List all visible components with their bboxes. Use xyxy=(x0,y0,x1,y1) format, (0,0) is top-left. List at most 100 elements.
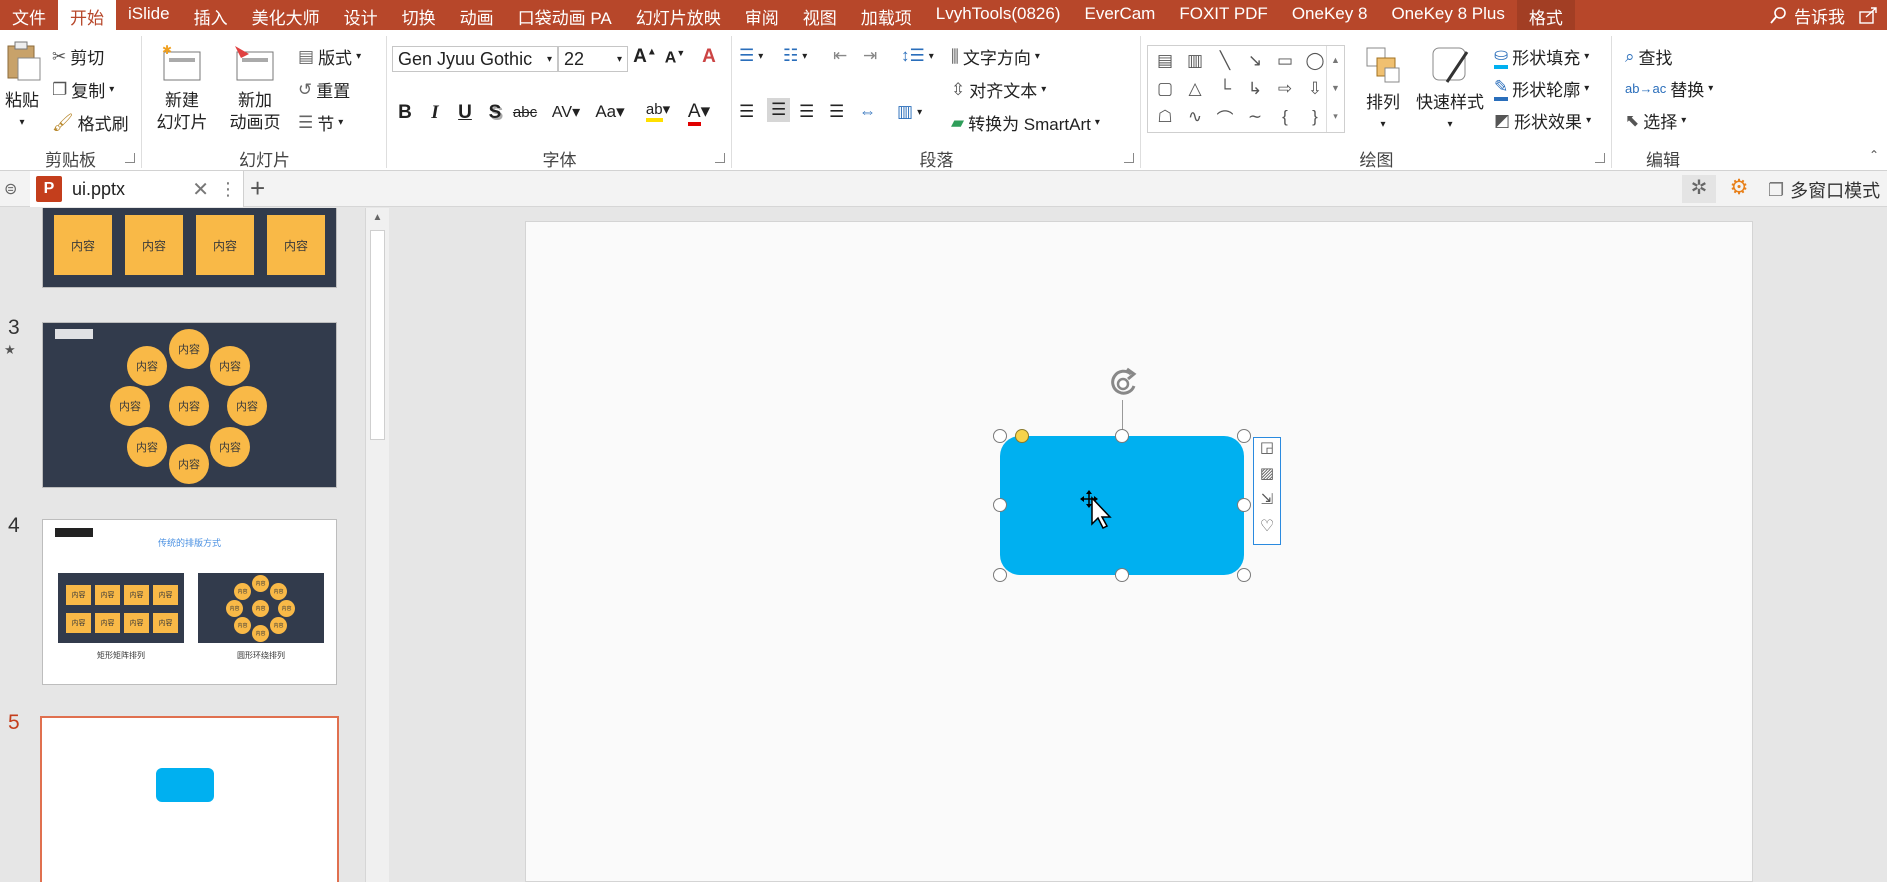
decrease-indent-button[interactable]: ⇤ xyxy=(833,46,847,66)
drawing-launcher-icon[interactable] xyxy=(1595,153,1605,163)
line-spacing-button[interactable]: ↕☰ ▾ xyxy=(901,46,934,66)
convert-smartart-button[interactable]: ▰ 转换为 SmartArt ▾ xyxy=(951,110,1100,135)
shape-effects-button[interactable]: ◩ 形状效果 ▾ xyxy=(1494,108,1591,133)
gallery-scroll[interactable]: ▲ ▼ ▾ xyxy=(1326,46,1344,132)
scribble-shape-icon[interactable]: ∿ xyxy=(1180,104,1210,130)
scroll-thumb[interactable] xyxy=(370,230,385,440)
left-brace-shape-icon[interactable]: { xyxy=(1270,104,1300,130)
shape-fill-button[interactable]: ⛀ 形状填充 ▾ xyxy=(1494,44,1589,69)
freeform-shape-icon[interactable]: ☖ xyxy=(1150,104,1180,130)
resize-handle-bottom[interactable] xyxy=(1115,568,1129,582)
vertical-textbox-shape-icon[interactable]: ▥ xyxy=(1180,48,1210,74)
close-tab-icon[interactable]: ✕ xyxy=(192,177,209,202)
tab-transitions[interactable]: 切换 xyxy=(390,0,448,30)
underline-icon[interactable]: U xyxy=(452,102,478,124)
find-button[interactable]: ⌕ 查找 xyxy=(1625,44,1673,69)
font-size-select[interactable]: 22 ▾ xyxy=(558,46,628,72)
resize-handle-top-right[interactable] xyxy=(1237,429,1251,443)
slide-thumbnail-3[interactable]: 内容 内容 内容 内容 内容 内容 内容 内容 内容 xyxy=(42,322,337,488)
tab-pocket-animation[interactable]: 口袋动画 PA xyxy=(506,0,624,30)
arrow-line-shape-icon[interactable]: ↘ xyxy=(1240,48,1270,74)
format-painter-button[interactable]: 🖌 格式刷 xyxy=(52,110,129,135)
tab-menu-icon[interactable]: ⋮ xyxy=(219,179,243,200)
slide-thumbnail-4[interactable]: 传统的排版方式 内容 内容 内容 内容 内容 内容 内容 内容 内容 内容 内容… xyxy=(42,519,337,685)
thumbnail-scrollbar[interactable]: ▲ xyxy=(365,208,389,882)
quick-styles-button[interactable]: 快速样式 ▾ xyxy=(1412,44,1488,136)
section-button[interactable]: ☰ 节 ▾ xyxy=(298,110,343,135)
rotate-handle-icon[interactable] xyxy=(1103,364,1143,404)
document-tab[interactable]: P ui.pptx ✕ ⋮ xyxy=(30,171,244,207)
elbow-arrow-shape-icon[interactable]: ↳ xyxy=(1240,76,1270,102)
resize-handle-right[interactable] xyxy=(1237,498,1251,512)
bullets-button[interactable]: ☰ ▾ xyxy=(739,46,763,66)
align-left-button[interactable]: ☰ xyxy=(739,102,754,122)
bold-icon[interactable]: B xyxy=(392,102,418,124)
replace-button[interactable]: ab→ac 替换 ▾ xyxy=(1625,76,1713,101)
corner-radius-adjust-handle[interactable] xyxy=(1015,429,1029,443)
rounded-rect-shape-icon[interactable]: ▢ xyxy=(1150,76,1180,102)
paste-dropdown-icon[interactable]: ▾ xyxy=(0,112,44,134)
text-direction-button[interactable]: ⫼ 文字方向 ▾ xyxy=(951,44,1040,69)
tab-addins[interactable]: 加载项 xyxy=(849,0,924,30)
heart-favorite-icon[interactable]: ♡ xyxy=(1254,516,1280,542)
resize-handle-top[interactable] xyxy=(1115,429,1129,443)
resize-handle-top-left[interactable] xyxy=(993,429,1007,443)
right-arrow-shape-icon[interactable]: ⇨ xyxy=(1270,76,1300,102)
new-animation-page-button[interactable]: 新加 动画页 xyxy=(220,44,290,134)
doc-list-icon[interactable]: ⊜ xyxy=(4,179,17,199)
shadow-icon[interactable]: S xyxy=(482,102,508,124)
decrease-font-size-icon[interactable]: A▼ xyxy=(662,48,688,67)
font-launcher-icon[interactable] xyxy=(715,153,725,163)
tab-view[interactable]: 视图 xyxy=(791,0,849,30)
line-shape-icon[interactable]: ╲ xyxy=(1210,48,1240,74)
tab-file[interactable]: 文件 xyxy=(0,0,58,30)
arrow-style-icon[interactable]: ⇲ xyxy=(1254,490,1280,516)
new-slide-button[interactable]: ✱ 新建 幻灯片 xyxy=(149,43,215,134)
character-spacing-icon[interactable]: AV▾ xyxy=(546,102,586,122)
tab-format[interactable]: 格式 xyxy=(1516,0,1575,30)
paragraph-launcher-icon[interactable] xyxy=(1124,153,1134,163)
layout-dropdown-icon[interactable]: ▾ xyxy=(356,51,361,62)
share-icon[interactable] xyxy=(1859,6,1879,24)
highlight-color-icon[interactable]: ab▾ xyxy=(640,100,676,122)
clear-formatting-icon[interactable]: A xyxy=(696,46,722,68)
layout-button[interactable]: ▤ 版式 ▾ xyxy=(298,44,361,69)
font-name-select[interactable]: Gen Jyuu Gothic ▾ xyxy=(392,46,558,72)
copy-dropdown-icon[interactable]: ▾ xyxy=(109,84,114,95)
resize-handle-bottom-left[interactable] xyxy=(993,568,1007,582)
collapse-ribbon-icon[interactable]: ⌃ xyxy=(1869,148,1879,162)
justify-button[interactable]: ☰ xyxy=(829,102,844,122)
increase-font-size-icon[interactable]: A▲ xyxy=(632,46,658,68)
strikethrough-icon[interactable]: abc xyxy=(512,104,538,121)
align-text-button[interactable]: ⇳ 对齐文本 ▾ xyxy=(951,77,1046,102)
tab-lvyhtools[interactable]: LvyhTools(0826) xyxy=(924,0,1073,30)
slide-thumbnail-2[interactable]: 内容 内容 内容 内容 xyxy=(42,208,337,288)
slide-thumbnail-5[interactable] xyxy=(40,716,339,882)
italic-icon[interactable]: I xyxy=(422,102,448,124)
resize-handle-bottom-right[interactable] xyxy=(1237,568,1251,582)
selected-rounded-rectangle[interactable] xyxy=(1000,436,1244,575)
section-dropdown-icon[interactable]: ▾ xyxy=(338,117,343,128)
copy-button[interactable]: ❐ 复制 ▾ xyxy=(52,77,114,102)
select-button[interactable]: ⬉ 选择 ▾ xyxy=(1625,108,1686,133)
tab-foxit-pdf[interactable]: FOXIT PDF xyxy=(1167,0,1279,30)
shape-gallery[interactable]: ▤ ▥ ╲ ↘ ▭ ◯ ▢ △ └ ↳ ⇨ ⇩ ☖ ∿ ⌒ ∼ { } ▲ ▼ ▾ xyxy=(1147,45,1345,133)
tab-beautify[interactable]: 美化大师 xyxy=(240,0,332,30)
shape-outline-button[interactable]: ✎ 形状轮廓 ▾ xyxy=(1494,76,1589,101)
insert-picture-icon[interactable]: ▨ xyxy=(1254,464,1280,490)
arc-shape-icon[interactable]: ⌒ xyxy=(1210,104,1240,130)
scroll-up-icon[interactable]: ▲ xyxy=(366,208,389,223)
clipboard-launcher-icon[interactable] xyxy=(125,153,135,163)
triangle-shape-icon[interactable]: △ xyxy=(1180,76,1210,102)
tab-onekey8-plus[interactable]: OneKey 8 Plus xyxy=(1379,0,1516,30)
cut-button[interactable]: ✂ 剪切 xyxy=(52,44,104,69)
increase-indent-button[interactable]: ⇥ xyxy=(863,46,877,66)
distributed-button[interactable]: ⇔ xyxy=(859,102,876,122)
numbering-button[interactable]: ☷ ▾ xyxy=(783,46,807,66)
columns-button[interactable]: ▥ ▾ xyxy=(897,102,922,122)
curve-shape-icon[interactable]: ∼ xyxy=(1240,104,1270,130)
resize-handle-left[interactable] xyxy=(993,498,1007,512)
paste-button[interactable]: 粘贴 ▾ xyxy=(0,40,44,134)
tab-slideshow[interactable]: 幻灯片放映 xyxy=(624,0,733,30)
tab-insert[interactable]: 插入 xyxy=(182,0,240,30)
